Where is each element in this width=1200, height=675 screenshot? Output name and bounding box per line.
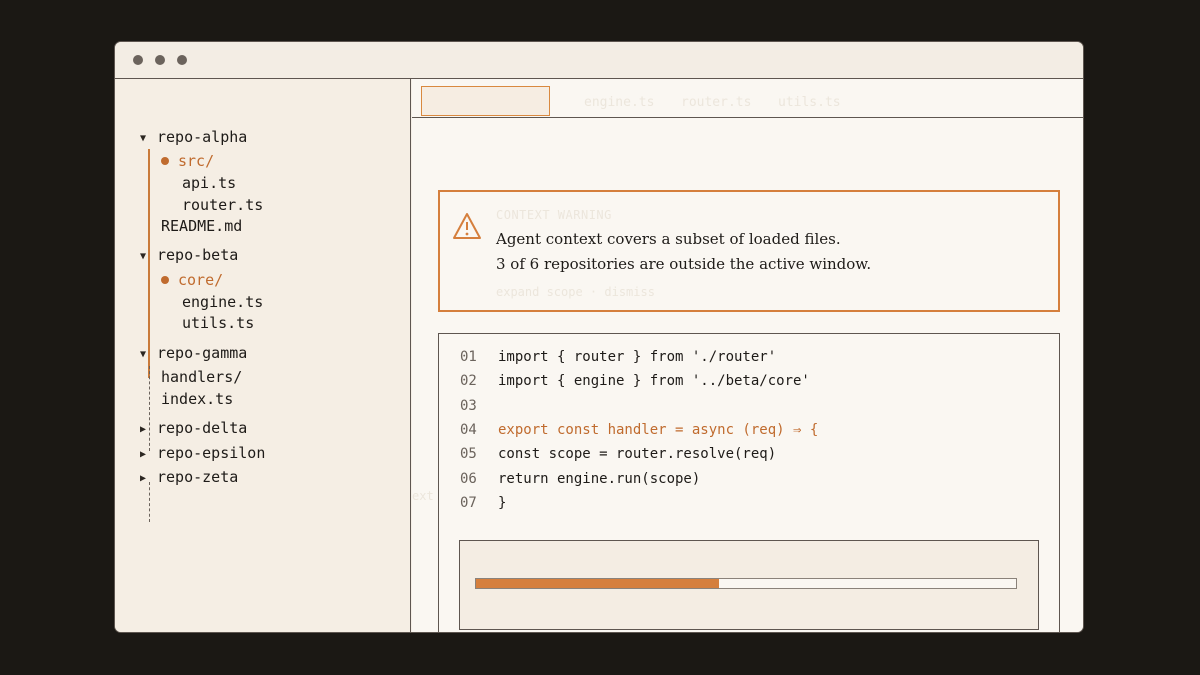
tree-file-api[interactable]: api.ts <box>182 174 236 192</box>
code-line[interactable]: 05 const scope = router.resolve(req) <box>439 446 1059 466</box>
close-dot-icon[interactable] <box>133 55 143 65</box>
tree-file-utils[interactable]: utils.ts <box>182 314 254 332</box>
ghost-label: ext <box>412 489 434 503</box>
line-number: 01 <box>460 349 477 365</box>
tree-guide-inactive <box>149 482 150 522</box>
line-number: 06 <box>460 470 477 487</box>
chevron-right-icon[interactable]: ▶ <box>140 424 146 435</box>
minimize-dot-icon[interactable] <box>155 55 165 65</box>
active-dot-icon <box>161 157 169 165</box>
warning-title: CONTEXT WARNING <box>496 208 612 222</box>
app-window: ▼ repo-alpha src/ api.ts router.ts READM… <box>114 41 1084 633</box>
tab-bar: engine.ts router.ts utils.ts <box>412 79 1083 118</box>
line-number: 04 <box>460 421 477 438</box>
editor-area: engine.ts router.ts utils.ts ext CONTEXT… <box>412 79 1083 632</box>
tree-guide-inactive <box>149 366 150 451</box>
progress-fill <box>476 579 719 588</box>
warning-message-line-2: 3 of 6 repositories are outside the acti… <box>496 255 872 273</box>
code-line[interactable]: 01 import { router } from './router' <box>439 349 1059 369</box>
code-text: return engine.run(scope) <box>498 470 701 487</box>
progress-bar <box>475 578 1017 589</box>
progress-panel <box>459 540 1039 630</box>
tab-router[interactable]: router.ts <box>681 95 751 110</box>
code-line[interactable]: 04 export const handler = async (req) ⇒ { <box>439 422 1059 442</box>
line-number: 05 <box>460 446 477 463</box>
tree-file-index[interactable]: index.ts <box>161 390 233 408</box>
warning-message-line-1: Agent context covers a subset of loaded … <box>496 230 841 248</box>
tree-file-engine[interactable]: engine.ts <box>182 293 263 311</box>
tree-guide-active <box>148 149 150 281</box>
code-text: const scope = router.resolve(req) <box>498 446 777 463</box>
code-editor[interactable]: 01 import { router } from './router' 02 imp… <box>438 333 1060 632</box>
tree-repo-epsilon[interactable]: repo-epsilon <box>157 444 265 462</box>
line-number: 03 <box>460 397 477 414</box>
code-line[interactable]: 02 import { engine } from '../beta/core' <box>439 373 1059 393</box>
code-line[interactable]: 03 <box>439 398 1059 418</box>
line-number: 07 <box>460 494 477 511</box>
tab-active[interactable] <box>421 86 550 116</box>
code-line[interactable]: 06 return engine.run(scope) <box>439 471 1059 491</box>
code-text: export const handler = async (req) ⇒ { <box>498 421 819 438</box>
code-text: import { engine } from '../beta/core' <box>498 373 810 390</box>
warning-icon <box>453 213 481 239</box>
file-tree-sidebar: ▼ repo-alpha src/ api.ts router.ts READM… <box>115 79 411 632</box>
code-line[interactable]: 07} <box>439 495 1059 515</box>
title-bar <box>115 42 1083 79</box>
active-dot-icon <box>161 276 169 284</box>
tree-file-router[interactable]: router.ts <box>182 196 263 214</box>
code-text: } <box>498 494 507 511</box>
tree-repo-gamma[interactable]: repo-gamma <box>157 344 247 362</box>
tree-repo-zeta[interactable]: repo-zeta <box>157 468 238 486</box>
chevron-right-icon[interactable]: ▶ <box>140 473 146 484</box>
chevron-down-icon[interactable]: ▼ <box>140 251 146 262</box>
tree-file-readme[interactable]: README.md <box>161 217 242 235</box>
tab-engine[interactable]: engine.ts <box>584 95 654 110</box>
line-number: 02 <box>460 373 477 390</box>
maximize-dot-icon[interactable] <box>177 55 187 65</box>
warning-actions[interactable]: expand scope · dismiss <box>496 285 655 299</box>
tree-guide-active <box>148 268 150 378</box>
chevron-down-icon[interactable]: ▼ <box>140 349 146 360</box>
tree-folder-core[interactable]: core/ <box>161 271 223 289</box>
tree-folder-src[interactable]: src/ <box>161 152 214 170</box>
chevron-down-icon[interactable]: ▼ <box>140 133 146 144</box>
chevron-right-icon[interactable]: ▶ <box>140 449 146 460</box>
tab-utils[interactable]: utils.ts <box>778 95 841 110</box>
tree-repo-alpha[interactable]: repo-alpha <box>157 128 247 146</box>
context-warning-banner: CONTEXT WARNING Agent context covers a s… <box>438 190 1060 312</box>
tree-folder-handlers[interactable]: handlers/ <box>161 368 242 386</box>
code-text: import { router } from './router' <box>498 349 777 365</box>
tree-repo-beta[interactable]: repo-beta <box>157 246 238 264</box>
tree-repo-delta[interactable]: repo-delta <box>157 419 247 437</box>
